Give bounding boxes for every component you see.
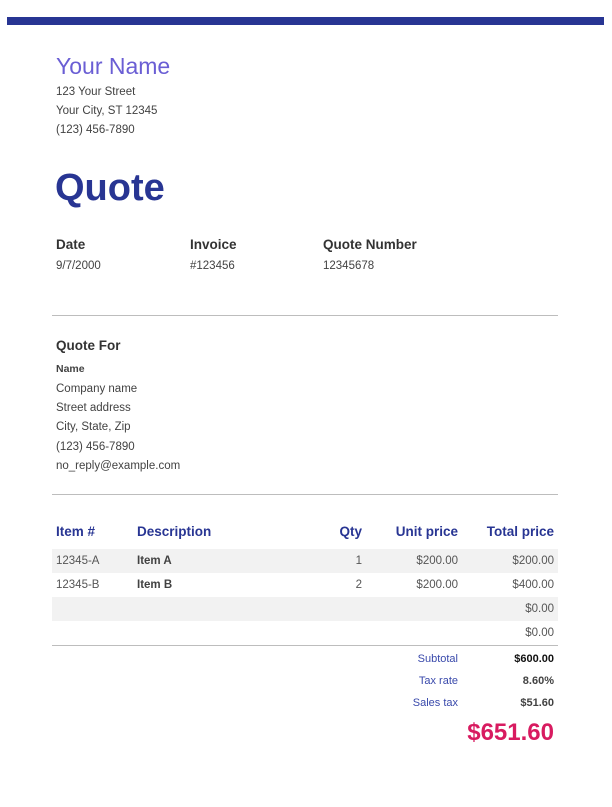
date-value: 9/7/2000: [56, 260, 101, 272]
quote-document: Your Name 123 Your Street Your City, ST …: [0, 0, 612, 807]
header-qty: Qty: [339, 524, 362, 539]
subtotal-value: $600.00: [514, 653, 554, 665]
cell-item: 12345-A: [56, 555, 100, 567]
table-row: $0.00: [52, 597, 558, 621]
divider: [52, 645, 558, 646]
cell-item: 12345-B: [56, 579, 100, 591]
client-phone: (123) 456-7890: [56, 441, 135, 453]
date-label: Date: [56, 237, 86, 252]
cell-unit-price: $200.00: [416, 555, 458, 567]
sales-tax-label: Sales tax: [412, 697, 458, 709]
client-city: City, State, Zip: [56, 421, 131, 433]
cell-total-price: $200.00: [512, 555, 554, 567]
client-email: no_reply@example.com: [56, 460, 181, 472]
cell-total-price: $400.00: [512, 579, 554, 591]
header-total-price: Total price: [486, 524, 554, 539]
invoice-value: #123456: [190, 260, 235, 272]
table-row: $0.00: [52, 621, 558, 645]
cell-total-price: $0.00: [525, 603, 554, 615]
sender-phone: (123) 456-7890: [56, 124, 135, 136]
cell-qty: 2: [355, 579, 362, 591]
header-unit-price: Unit price: [395, 524, 458, 539]
sender-name: Your Name: [56, 53, 171, 79]
divider: [52, 494, 558, 495]
sender-city: Your City, ST 12345: [56, 105, 158, 117]
sender-street: 123 Your Street: [56, 86, 136, 98]
tax-rate-value: 8.60%: [522, 675, 554, 687]
cell-total-price: $0.00: [525, 627, 554, 639]
header-item: Item #: [56, 524, 96, 539]
quote-number-label: Quote Number: [323, 237, 417, 252]
cell-qty: 1: [355, 555, 362, 567]
cell-description: Item A: [137, 555, 172, 567]
table-row: 12345-B Item B 2 $200.00 $400.00: [52, 573, 558, 597]
client-street: Street address: [56, 402, 131, 414]
invoice-label: Invoice: [190, 237, 237, 252]
grand-total: $651.60: [467, 719, 554, 746]
subtotal-label: Subtotal: [417, 653, 458, 665]
cell-description: Item B: [137, 579, 173, 591]
sales-tax-value: $51.60: [520, 697, 554, 709]
divider: [52, 315, 558, 316]
accent-bar: [7, 17, 604, 25]
client-name: Name: [56, 363, 85, 375]
quote-number-value: 12345678: [323, 260, 375, 272]
table-row: 12345-A Item A 1 $200.00 $200.00: [52, 549, 558, 573]
tax-rate-label: Tax rate: [418, 675, 458, 687]
client-company: Company name: [56, 383, 138, 395]
document-title: Quote: [55, 167, 165, 209]
quote-for-title: Quote For: [56, 338, 121, 353]
cell-unit-price: $200.00: [416, 579, 458, 591]
header-description: Description: [137, 524, 212, 539]
